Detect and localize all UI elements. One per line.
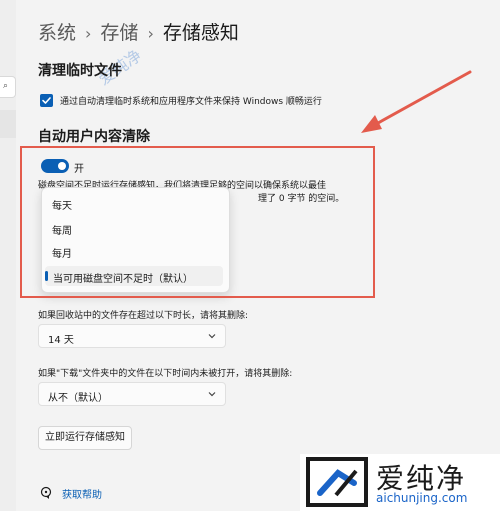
sidebar-search-box[interactable]: ⌕ <box>0 76 16 98</box>
breadcrumb-separator: › <box>147 24 154 43</box>
downloads-select[interactable]: 从不（默认） <box>38 382 226 406</box>
recycle-bin-select[interactable]: 14 天 <box>38 324 226 348</box>
downloads-label: 如果"下载"文件夹中的文件在以下时间内未被打开，请将其删除: <box>38 369 293 379</box>
chevron-down-icon <box>208 392 216 397</box>
checkmark-icon <box>42 97 51 104</box>
temp-files-checkbox[interactable] <box>40 94 53 107</box>
section-title-temp-files: 清理临时文件 <box>38 63 122 79</box>
breadcrumb-item-system[interactable]: 系统 <box>38 22 76 44</box>
breadcrumb: 系统 › 存储 › 存储感知 <box>38 18 239 45</box>
breadcrumb-separator: › <box>85 24 92 43</box>
run-storage-sense-now-button[interactable]: 立即运行存储感知 <box>38 426 132 450</box>
help-icon <box>40 486 52 499</box>
get-help-label: 获取帮助 <box>62 490 102 501</box>
watermark-logo-icon <box>306 457 368 507</box>
annotation-highlight-box <box>20 146 375 298</box>
recycle-bin-label: 如果回收站中的文件存在超过以下时长，请将其删除: <box>38 311 249 321</box>
chevron-down-icon <box>208 334 216 339</box>
sidebar-selected-item[interactable] <box>0 110 16 138</box>
annotation-arrow-icon <box>361 70 472 133</box>
section-title-auto-cleanup: 自动用户内容清除 <box>38 129 150 145</box>
search-icon: ⌕ <box>3 81 9 91</box>
breadcrumb-item-storage[interactable]: 存储 <box>100 22 138 44</box>
watermark-url: aichunjing.com <box>376 491 468 505</box>
recycle-bin-value: 14 天 <box>48 335 74 346</box>
temp-files-checkbox-label: 通过自动清理临时系统和应用程序文件来保持 Windows 顺畅运行 <box>60 97 322 107</box>
page-title: 存储感知 <box>162 22 239 44</box>
downloads-value: 从不（默认） <box>48 393 108 404</box>
watermark: 爱纯净 aichunjing.com <box>300 454 500 511</box>
